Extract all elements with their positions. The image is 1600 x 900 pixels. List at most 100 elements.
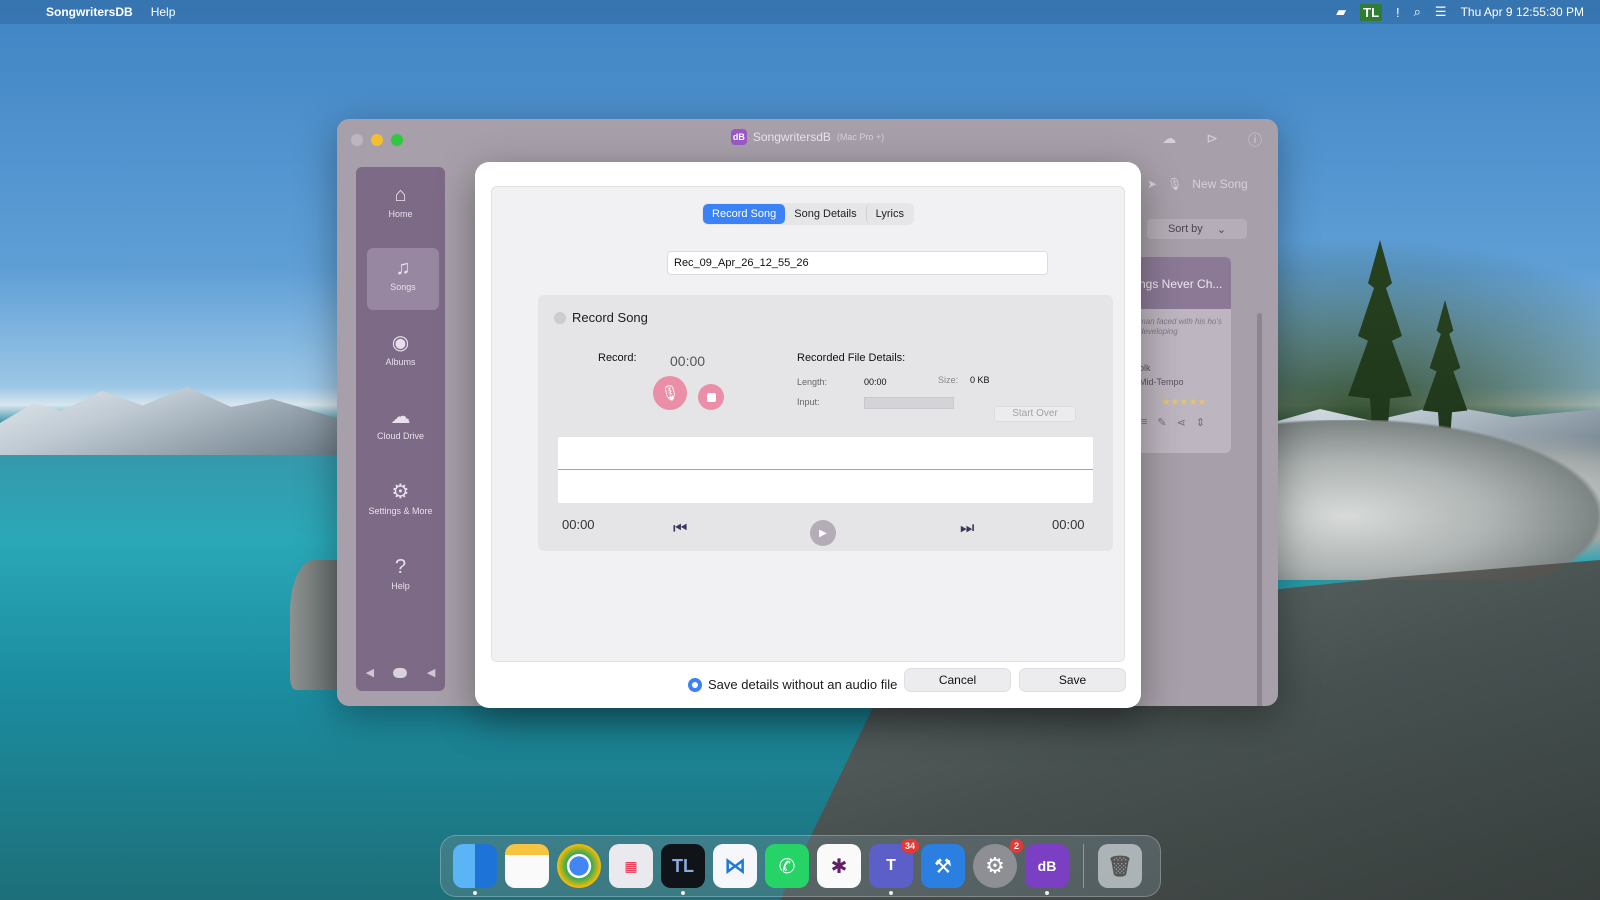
sidebar-item-songs[interactable]: ♫ Songs (367, 248, 439, 310)
scrollbar[interactable] (1257, 313, 1262, 706)
dock-trash-icon[interactable]: 🗑 (1098, 844, 1142, 888)
window-title: dB SongwritersdB (Mac Pro +) (337, 129, 1278, 145)
play-button[interactable]: ▶ (810, 520, 836, 546)
record-song-dialog: Record Song Song Details Lyrics Song Tit… (475, 162, 1141, 708)
save-without-audio-radio[interactable] (688, 678, 702, 692)
song-card-tempo: Mid-Tempo (1139, 377, 1184, 387)
notification-badge: 34 (900, 839, 919, 853)
notification-badge: 2 (1009, 839, 1023, 853)
running-indicator (473, 891, 477, 895)
waveform-line (558, 469, 1093, 470)
sidebar-item-label: Albums (385, 357, 416, 367)
alert-icon[interactable]: ! (1396, 5, 1400, 20)
dock-notes-icon[interactable] (505, 844, 549, 888)
length-label: Length: (797, 377, 828, 387)
running-indicator (681, 891, 685, 895)
song-card-title: ngs Never Ch... (1137, 257, 1231, 309)
play-circle-icon[interactable]: ⊳ (1206, 130, 1218, 150)
song-title-label: Song Title (588, 257, 637, 269)
skip-back-button[interactable]: ⏮ (673, 520, 687, 538)
dialog-tabs: Record Song Song Details Lyrics (492, 203, 1124, 225)
cast-icon[interactable]: ▰ (1336, 4, 1346, 20)
record-microphone-button[interactable]: 🎙 (653, 376, 687, 410)
sidebar: ⌂ Home ♫ Songs ◉ Albums ☁ Cloud Drive ⚙ … (356, 167, 445, 691)
cloud-icon: ☁ (390, 406, 411, 428)
cancel-button[interactable]: Cancel (904, 668, 1011, 692)
dock-xcode-icon[interactable]: ⚒ (921, 844, 965, 888)
cloud-icon[interactable]: ☁ (1162, 130, 1176, 150)
sidebar-item-label: Songs (390, 282, 416, 292)
sidebar-item-label: Cloud Drive (376, 431, 425, 441)
dock-vscode-icon[interactable]: ⋈ (713, 844, 757, 888)
volume-down-icon[interactable]: ◀ (366, 666, 374, 679)
song-card-rating: ★★★★★ (1161, 397, 1207, 408)
dock-slack-icon[interactable]: ✱ (817, 844, 861, 888)
skip-forward-button[interactable]: ⏭ (960, 520, 974, 538)
input-level-meter (864, 397, 954, 409)
song-card-meta: olk Mid-Tempo (1137, 357, 1231, 393)
dock-chrome-icon[interactable] (557, 844, 601, 888)
record-panel: Record Song Record: 00:00 🎙 Recorded Fil… (538, 295, 1113, 551)
tl-icon[interactable]: TL (1360, 3, 1383, 21)
dock-songwritersdb-icon[interactable]: dB (1025, 844, 1069, 895)
dock-finder-icon[interactable] (453, 844, 497, 895)
menu-help[interactable]: Help (151, 5, 176, 19)
save-button[interactable]: Save (1019, 668, 1126, 692)
dock-system-settings-icon[interactable]: ⚙ 2 (973, 839, 1023, 888)
sidebar-item-label: Help (391, 581, 410, 591)
info-icon[interactable]: ⓘ (1248, 130, 1262, 150)
expand-icon[interactable]: ⇕ (1196, 416, 1205, 429)
dock-whatsapp-icon[interactable]: ✆ (765, 844, 809, 888)
background-mountains-left (0, 387, 340, 455)
song-title-input[interactable] (667, 251, 1048, 275)
window-toolbar-icons: ☁ ⊳ ⓘ (1162, 130, 1262, 150)
tab-record-song[interactable]: Record Song (703, 204, 786, 224)
sort-by-dropdown[interactable]: Sort by ⌄ (1147, 219, 1247, 239)
song-card[interactable]: ngs Never Ch... man faced with his ho's … (1137, 257, 1231, 453)
menu-app-name[interactable]: SongwritersDB (46, 5, 133, 19)
size-value: 0 KB (970, 375, 990, 385)
new-song-button[interactable]: ➤ 🎙 New Song (1147, 177, 1248, 191)
sidebar-item-help[interactable]: ? Help (356, 555, 445, 591)
song-card-description: man faced with his ho's developing (1139, 317, 1222, 336)
lyrics-icon[interactable]: ≡ (1141, 416, 1147, 429)
dock-songwritersdb-label: dB (1037, 858, 1057, 874)
tab-lyrics[interactable]: Lyrics (865, 204, 913, 224)
question-icon: ? (394, 556, 407, 578)
disc-icon: ◉ (391, 332, 410, 354)
menu-datetime[interactable]: Thu Apr 9 12:55:30 PM (1461, 5, 1584, 19)
recorded-file-details-heading: Recorded File Details: (797, 352, 906, 364)
record-timer: 00:00 (670, 353, 706, 369)
window-subtitle: (Mac Pro +) (836, 132, 885, 142)
running-indicator (1045, 891, 1049, 895)
song-card-genre: olk (1139, 363, 1151, 373)
home-icon: ⌂ (394, 184, 407, 206)
length-value: 00:00 (864, 377, 887, 387)
play-icon: ▶ (819, 527, 827, 539)
sidebar-item-settings[interactable]: ⚙ Settings & More (356, 480, 445, 516)
waveform-display[interactable] (558, 437, 1093, 503)
sidebar-item-label: Settings & More (368, 506, 433, 516)
dock-launchpad-icon[interactable]: ▦ (609, 844, 653, 888)
volume-toggle[interactable] (393, 667, 408, 678)
volume-up-icon[interactable]: ◀ (427, 666, 435, 679)
app-logo-icon: dB (730, 129, 747, 145)
edit-icon[interactable]: ✎ (1157, 416, 1166, 429)
sidebar-item-home[interactable]: ⌂ Home (356, 183, 445, 219)
record-song-radio[interactable] (554, 312, 566, 324)
sidebar-item-cloud-drive[interactable]: ☁ Cloud Drive (356, 405, 445, 441)
share-icon[interactable]: ⋖ (1177, 416, 1186, 429)
running-indicator (889, 891, 893, 895)
start-over-button[interactable]: Start Over (994, 406, 1076, 422)
dialog-content: Record Song Song Details Lyrics Song Tit… (491, 186, 1125, 662)
control-center-icon[interactable]: ☰ (1435, 4, 1447, 20)
stop-recording-button[interactable] (698, 384, 724, 410)
tab-song-details[interactable]: Song Details (785, 204, 865, 224)
save-without-audio-label[interactable]: Save details without an audio file (708, 677, 897, 692)
dock-teams-icon[interactable]: T 34 (869, 839, 919, 895)
search-icon[interactable]: ⌕ (1414, 4, 1421, 20)
dock: ▦ TL ⋈ ✆ ✱ T 34 ⚒ ⚙ 2 dB 🗑 (440, 835, 1161, 897)
dock-tl-icon[interactable]: TL (661, 844, 705, 895)
sidebar-item-albums[interactable]: ◉ Albums (356, 331, 445, 367)
gear-icon: ⚙ (391, 481, 410, 503)
